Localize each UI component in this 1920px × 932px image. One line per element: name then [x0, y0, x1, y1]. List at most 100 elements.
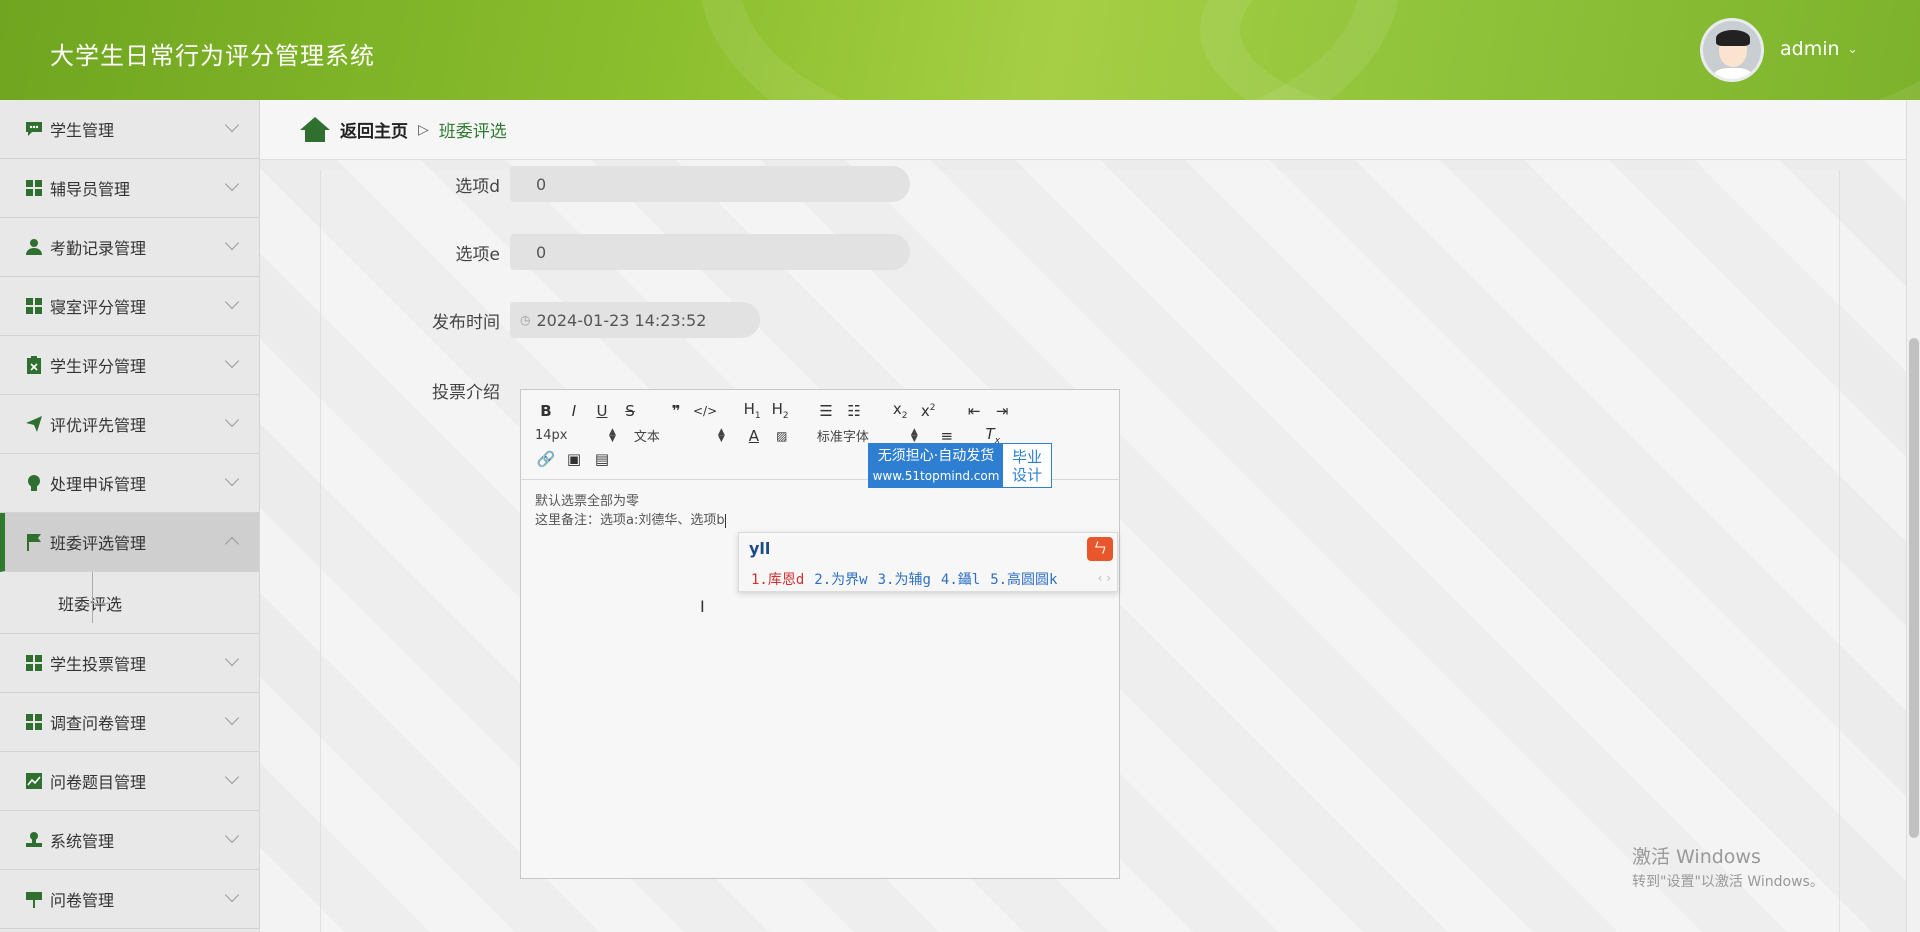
sidebar-item-system[interactable]: 系统管理 [0, 811, 259, 870]
ime-candidate[interactable]: 3.为辅g [878, 569, 931, 589]
page-scrollbar[interactable] [1906, 100, 1920, 932]
ime-candidate[interactable]: 5.高圆圆k [990, 569, 1057, 589]
indent-icon[interactable]: ⇥ [991, 402, 1013, 420]
ordered-list-icon[interactable]: ☰ [815, 402, 837, 420]
strikethrough-icon[interactable]: S [619, 402, 641, 420]
chevron-down-icon [224, 235, 240, 251]
chevron-down-icon [224, 471, 240, 487]
grid-icon [24, 178, 44, 198]
chevron-down-icon [224, 710, 240, 726]
heading1-icon[interactable]: H1 [741, 400, 763, 421]
chevron-down-icon: ⌄ [1847, 42, 1858, 56]
sidebar-item-survey[interactable]: 调查问卷管理 [0, 693, 259, 752]
editor-line-1: 默认选票全部为零 [535, 494, 640, 509]
heading2-icon[interactable]: H2 [769, 400, 791, 421]
option-e-input[interactable]: 0 [510, 234, 910, 270]
blockquote-icon[interactable]: ❞ [665, 402, 687, 420]
watermark-badge: 无须担心·自动发货 www.51topmind.com 毕业 设计 [868, 443, 1052, 488]
italic-icon[interactable]: I [563, 402, 585, 420]
sidebar-item-dorm[interactable]: 寝室评分管理 [0, 277, 259, 336]
superscript-icon[interactable]: x2 [917, 402, 939, 420]
sidebar-item-survey-questions[interactable]: 问卷题目管理 [0, 752, 259, 811]
sidebar-item-student-score[interactable]: 学生评分管理 [0, 336, 259, 395]
sidebar-item-label: 辅导员管理 [50, 180, 131, 199]
sidebar-item-label: 问卷题目管理 [50, 773, 147, 792]
sidebar-item-label: 班委评选管理 [50, 534, 147, 553]
align-icon[interactable]: ≡ [936, 427, 958, 445]
text-type-select[interactable]: 文本 ▲ ▼ [634, 426, 725, 445]
sidebar-item-label: 学生投票管理 [50, 655, 147, 674]
clipboard-icon [24, 355, 44, 375]
bold-icon[interactable]: B [535, 402, 557, 420]
badge-url: www.51topmind.com [872, 468, 1000, 483]
intro-row: 投票介绍 [380, 378, 510, 403]
sidebar-item-label: 寝室评分管理 [50, 298, 147, 317]
outdent-icon[interactable]: ⇤ [963, 402, 985, 420]
sidebar-item-student[interactable]: 学生管理 [0, 100, 259, 159]
font-size-select[interactable]: 14px ▲ ▼ [535, 426, 616, 444]
sidebar-item-label: 处理申诉管理 [50, 475, 147, 494]
underline-icon[interactable]: U [591, 402, 613, 420]
option-d-label: 选项d [455, 176, 500, 197]
home-icon[interactable] [300, 116, 330, 143]
publish-time-label: 发布时间 [432, 312, 500, 333]
chevron-down-icon [224, 769, 240, 785]
save-icon[interactable]: ▤ [591, 450, 613, 468]
ime-candidate[interactable]: 2.为界w [814, 569, 867, 589]
scrollbar-thumb[interactable] [1909, 338, 1919, 838]
updown-icon: ▲ ▼ [910, 426, 918, 444]
image-icon[interactable]: ▣ [563, 450, 585, 468]
breadcrumb: 返回主页 ▷ 班委评选 [260, 100, 1920, 160]
top-header: 大学生日常行为评分管理系统 admin ⌄ [0, 0, 1920, 100]
user-menu[interactable]: admin ⌄ [1780, 38, 1858, 60]
badge-right2: 设计 [1011, 465, 1042, 484]
chart-icon [24, 771, 44, 791]
sidebar-item-excellence[interactable]: 评优评先管理 [0, 395, 259, 454]
sidebar-item-label: 学生管理 [50, 121, 115, 140]
chevron-down-icon [224, 828, 240, 844]
sidebar-item-committee[interactable]: 班委评选管理 [0, 513, 259, 572]
sidebar-item-label: 评优评先管理 [50, 416, 147, 435]
font-color-icon[interactable]: A [743, 427, 765, 445]
sidebar-item-appeal[interactable]: 处理申诉管理 [0, 454, 259, 513]
chevron-down-icon [224, 412, 240, 428]
ime-input: yll [749, 539, 771, 558]
publish-time-value: 2024-01-23 14:23:52 [536, 310, 707, 330]
sidebar-item-label: 考勤记录管理 [50, 239, 147, 258]
chevron-down-icon [224, 176, 240, 192]
breadcrumb-separator: ▷ [418, 121, 429, 138]
grid-icon [24, 653, 44, 673]
ime-popup: yll ㄣ 1.库恩d 2.为界w 3.为辅g 4.鑷l 5.高圆圆k ‹ › [738, 532, 1118, 592]
chevron-down-icon [224, 353, 240, 369]
sidebar-item-attendance[interactable]: 考勤记录管理 [0, 218, 259, 277]
option-e-label: 选项e [455, 244, 500, 265]
breadcrumb-home-link[interactable]: 返回主页 [340, 117, 408, 142]
editor-line-2: 这里备注：选项a:刘德华、选项b [535, 513, 726, 528]
chevron-down-icon [224, 887, 240, 903]
ime-page-nav[interactable]: ‹ › [1098, 571, 1111, 585]
sidebar-item-counselor[interactable]: 辅导员管理 [0, 159, 259, 218]
bullet-list-icon[interactable]: ☷ [843, 402, 865, 420]
grid-icon [24, 712, 44, 732]
breadcrumb-current: 班委评选 [438, 122, 507, 142]
avatar[interactable] [1700, 18, 1764, 82]
grid-icon [24, 296, 44, 316]
sidebar: 学生管理 辅导员管理 考勤记录管理 寝室评分管理 学生评分管理 评优评先管理 处… [0, 100, 260, 932]
sidebar-item-questionnaire[interactable]: 问卷管理 [0, 870, 259, 929]
option-d-input[interactable]: 0 [510, 166, 910, 202]
subscript-icon[interactable]: x2 [889, 400, 911, 421]
publish-time-row: 发布时间 ◷ 2024-01-23 14:23:52 [380, 302, 760, 338]
sidebar-subitem-committee-selection[interactable]: 班委评选 [0, 572, 259, 634]
ime-candidate[interactable]: 4.鑷l [941, 569, 980, 589]
ime-candidate[interactable]: 1.库恩d [751, 569, 804, 589]
link-icon[interactable]: 🔗 [535, 450, 557, 468]
intro-label: 投票介绍 [432, 383, 500, 403]
updown-icon: ▲ ▼ [609, 426, 616, 444]
publish-time-input[interactable]: ◷ 2024-01-23 14:23:52 [510, 302, 760, 338]
windows-line2: 转到"设置"以激活 Windows。 [1632, 874, 1824, 890]
background-color-icon[interactable]: ▨ [771, 429, 793, 443]
code-icon[interactable]: </> [693, 404, 717, 418]
chevron-down-icon [224, 651, 240, 667]
sidebar-item-voting[interactable]: 学生投票管理 [0, 634, 259, 693]
badge-line1: 无须担心·自动发货 [877, 447, 995, 464]
